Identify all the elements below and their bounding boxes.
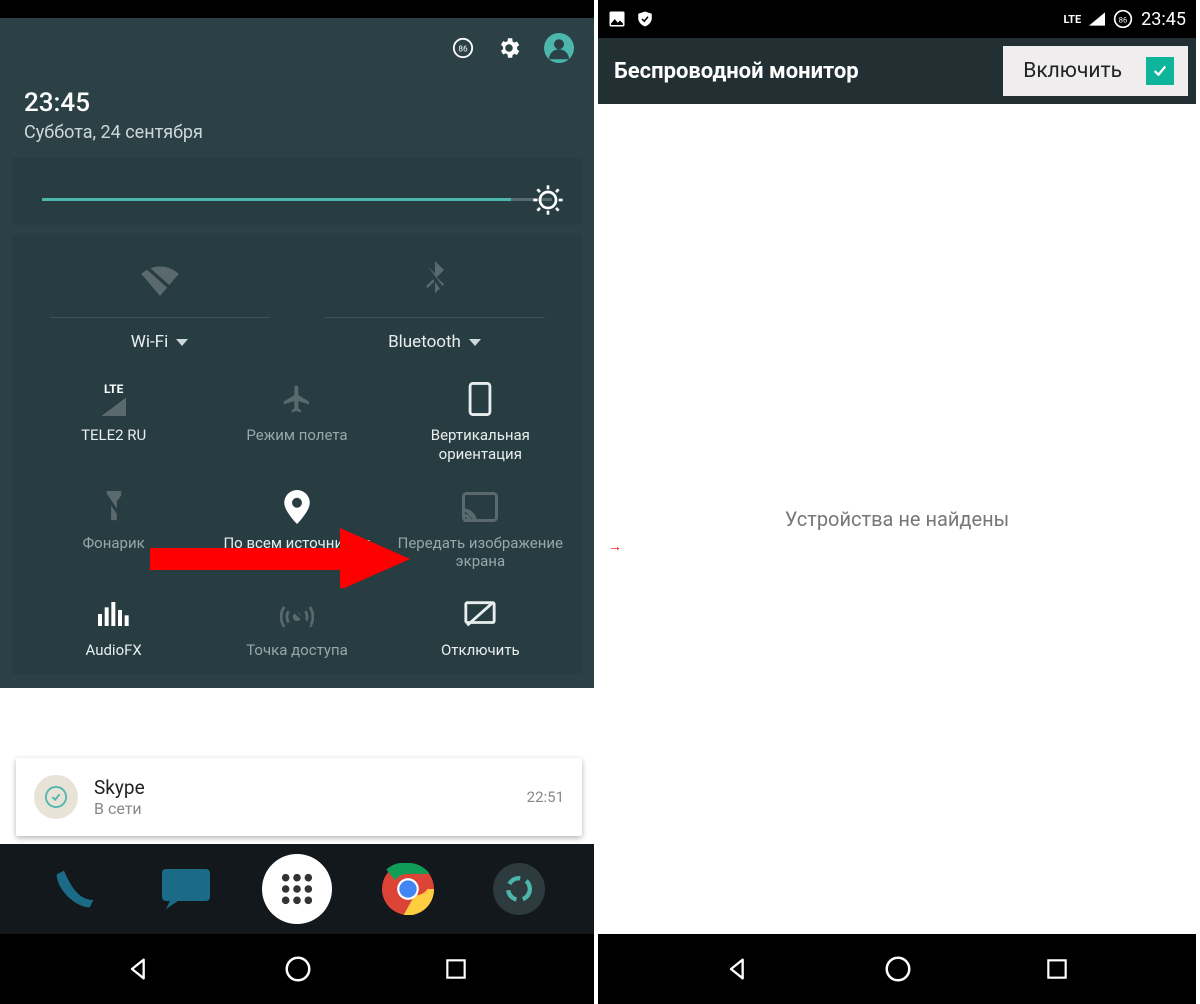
annotation-arrow-cast	[150, 528, 410, 588]
messages-app-icon[interactable]	[151, 854, 221, 924]
home-dock	[0, 844, 594, 934]
shield-icon	[636, 10, 654, 28]
airplane-icon	[281, 383, 313, 415]
nav-bar	[598, 934, 1196, 1004]
back-button[interactable]	[125, 955, 153, 983]
chevron-down-icon	[176, 339, 188, 346]
hotspot-icon	[280, 599, 314, 629]
skype-avatar-icon	[34, 775, 78, 819]
left-phone: 86 23:45 Суббота, 24 сентября	[0, 0, 598, 1004]
hotspot-tile[interactable]: Точка доступа	[205, 597, 388, 660]
signal-icon	[1089, 12, 1105, 26]
bluetooth-label: Bluetooth	[388, 332, 461, 352]
cellular-label: TELE2 RU	[81, 426, 146, 445]
bluetooth-tile[interactable]: Bluetooth	[297, 259, 572, 352]
chevron-down-icon	[469, 339, 481, 346]
portrait-icon	[468, 382, 492, 416]
profile-icon[interactable]	[544, 33, 574, 63]
screen-off-tile[interactable]: Отключить	[389, 597, 572, 660]
airplane-label: Режим полета	[246, 426, 347, 445]
recents-button[interactable]	[1044, 956, 1070, 982]
skype-notification[interactable]: Skype В сети 22:51	[16, 758, 582, 836]
nav-bar	[0, 934, 594, 1004]
cast-icon	[462, 492, 498, 522]
status-lte: LTE	[1063, 13, 1081, 26]
battery-badge-icon: 86	[1113, 9, 1133, 29]
quick-settings-panel: Wi-Fi Bluetooth LTE TELE2 RU	[0, 158, 594, 688]
notification-title: Skype	[94, 776, 145, 799]
screen-off-icon	[463, 599, 497, 629]
wifi-off-icon	[139, 262, 181, 296]
hotspot-label: Точка доступа	[246, 641, 348, 660]
audiofx-label: AudioFX	[85, 641, 141, 660]
svg-text:86: 86	[1119, 15, 1127, 24]
equalizer-icon	[98, 601, 130, 627]
title-bar: Беспроводной монитор Включить	[598, 38, 1196, 104]
clock-date: Суббота, 24 сентября	[24, 122, 574, 143]
image-icon	[608, 10, 626, 28]
cellular-tile[interactable]: LTE TELE2 RU	[22, 382, 205, 464]
enable-label: Включить	[1023, 59, 1122, 83]
screen-off-label: Отключить	[441, 641, 520, 660]
svg-text:86: 86	[458, 45, 468, 55]
home-button[interactable]	[283, 954, 313, 984]
rotation-label: Вертикальная ориентация	[389, 426, 572, 464]
device-list: Устройства не найдены	[598, 104, 1196, 934]
wifi-tile[interactable]: Wi-Fi	[22, 259, 297, 352]
battery-badge-icon[interactable]: 86	[452, 37, 474, 59]
chrome-app-icon[interactable]	[373, 854, 443, 924]
settings-icon[interactable]	[496, 35, 522, 61]
quick-settings-header: 86 23:45 Суббота, 24 сентября	[0, 18, 594, 158]
cast-label: Передать изображение экрана	[389, 534, 572, 572]
airplane-tile[interactable]: Режим полета	[205, 382, 388, 464]
annotation-arrow-small: →	[608, 538, 622, 555]
app-drawer-icon[interactable]	[262, 854, 332, 924]
right-phone: LTE 86 23:45 Беспроводной монитор Включи…	[598, 0, 1196, 1004]
quick-tiles: Wi-Fi Bluetooth LTE TELE2 RU	[12, 235, 582, 674]
status-time: 23:45	[1141, 9, 1186, 30]
enable-toggle[interactable]: Включить	[1003, 46, 1188, 96]
lte-text: LTE	[104, 382, 123, 396]
brightness-icon[interactable]	[532, 184, 564, 216]
audiofx-tile[interactable]: AudioFX	[22, 597, 205, 660]
checkbox-checked-icon[interactable]	[1146, 57, 1174, 85]
page-title: Беспроводной монитор	[614, 59, 859, 84]
status-bar: LTE 86 23:45	[598, 0, 1196, 38]
cast-tile[interactable]: Передать изображение экрана	[389, 490, 572, 572]
bluetooth-off-icon	[421, 261, 449, 297]
notification-time: 22:51	[527, 788, 564, 806]
wifi-label: Wi-Fi	[131, 332, 168, 352]
phone-app-icon[interactable]	[40, 854, 110, 924]
home-button[interactable]	[883, 954, 913, 984]
rotation-tile[interactable]: Вертикальная ориентация	[389, 382, 572, 464]
status-bar	[0, 0, 594, 18]
signal-icon	[100, 398, 128, 416]
back-button[interactable]	[724, 955, 752, 983]
location-icon	[284, 490, 310, 524]
camera-app-icon[interactable]	[484, 854, 554, 924]
flashlight-label: Фонарик	[83, 534, 145, 553]
empty-state-text: Устройства не найдены	[785, 507, 1009, 531]
notification-subtitle: В сети	[94, 799, 145, 818]
brightness-slider[interactable]	[12, 158, 582, 225]
clock-time: 23:45	[24, 88, 574, 118]
recents-button[interactable]	[443, 956, 469, 982]
flashlight-icon	[103, 491, 125, 523]
